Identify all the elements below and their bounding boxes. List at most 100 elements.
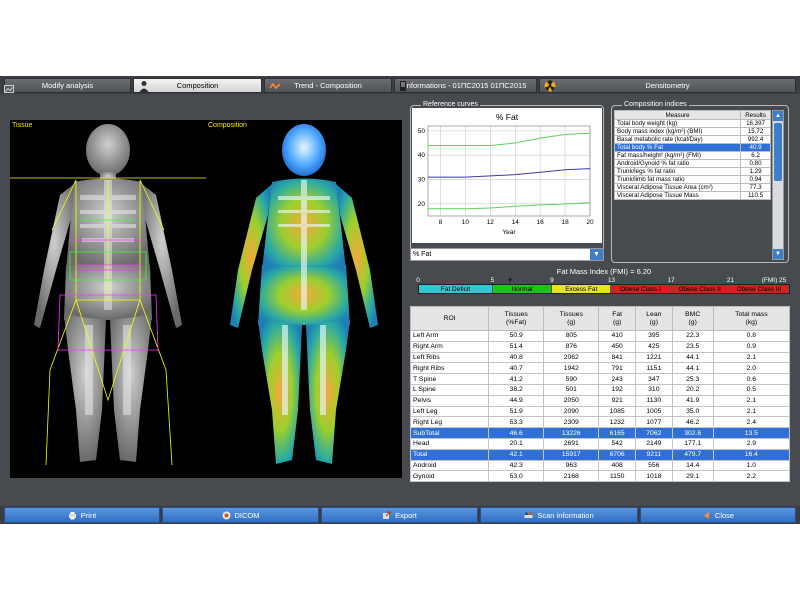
tissue-image-panel[interactable]: Tissue xyxy=(10,120,206,478)
roi-value-cell: 2691 xyxy=(543,437,600,450)
roi-value-cell: 963 xyxy=(543,459,600,472)
export-button[interactable]: Export xyxy=(321,507,478,523)
indices-row[interactable]: Fat mass/height² (kg/m²) (FMI) 6.2 xyxy=(613,151,771,160)
tab-trend-composition[interactable]: Trend - Composition xyxy=(264,78,392,93)
tab-densitometry[interactable]: Densitometry xyxy=(539,78,796,93)
fmi-segment: Excess Fat xyxy=(552,285,612,293)
indices-row[interactable]: Total body weight (kg) 16.397 xyxy=(613,119,771,128)
close-button[interactable]: Close xyxy=(640,507,796,523)
table-row[interactable]: Head 20.1 2691 542 2149 177.1 2.9 xyxy=(409,437,791,450)
scan-information-button[interactable]: Scan information xyxy=(480,507,638,523)
tab-label: Trend - Composition xyxy=(294,81,362,90)
table-row[interactable]: Left Arm 50.9 805 410 395 22.3 0.8 xyxy=(409,330,791,342)
indices-row[interactable]: Trunk/limb fat mass ratio 0.94 xyxy=(613,175,771,184)
roi-value-cell: 395 xyxy=(634,330,673,342)
roi-header-cell[interactable]: BMC (g) xyxy=(671,306,714,331)
reference-curve-line xyxy=(428,168,591,178)
indices-row[interactable]: Android/Gynoid % fat ratio 0.80 xyxy=(613,159,771,168)
table-row[interactable]: Gynoid 53.0 2168 1150 1018 29.1 2.2 xyxy=(409,470,791,483)
roi-value-cell: 2.0 xyxy=(712,362,791,375)
roi-value-cell: 1005 xyxy=(634,405,673,418)
tab-informations[interactable]: Informations - 01ΠC2015 01ΠC2015 xyxy=(394,78,537,93)
scan-information-label: Scan information xyxy=(537,510,594,520)
indices-measure: Android/Gynoid % fat ratio xyxy=(613,159,742,168)
reference-curves-title: Reference curves xyxy=(421,101,480,108)
roi-header-cell[interactable]: ROI xyxy=(409,306,490,331)
table-row[interactable]: SubTotal 46.6 13226 6165 7062 302.6 13.5 xyxy=(409,427,791,439)
fmi-value-marker: ▼ xyxy=(507,278,514,284)
roi-value-cell: 2.2 xyxy=(712,470,791,483)
reference-curves-chart: % Fat 8 10 12 14 16 18 20 20 30 40 50 Year xyxy=(412,108,602,243)
roi-value-cell: 53.0 xyxy=(488,470,545,483)
indices-scrollbar[interactable]: ▲ ▼ xyxy=(772,110,784,260)
table-row[interactable]: Pelvis 44.9 2050 921 1130 41.9 2.1 xyxy=(409,394,791,407)
reference-curve-select[interactable]: % Fat ▼ xyxy=(410,248,604,261)
tab-label: Densitometry xyxy=(645,81,690,90)
table-row[interactable]: T Spine 41.2 590 243 347 25.3 0.6 xyxy=(409,373,791,385)
fmi-tick-label: (FMI) 25 xyxy=(761,277,787,284)
roi-header-cell[interactable]: Fat (g) xyxy=(598,306,636,331)
roi-value-cell: 1942 xyxy=(543,362,600,375)
scroll-thumb[interactable] xyxy=(774,123,782,181)
roi-value-cell: 0.9 xyxy=(712,340,791,353)
roi-header-cell[interactable]: Tissues (g) xyxy=(543,306,600,331)
indices-measure: Visceral Adipose Tissue Mass xyxy=(613,191,742,200)
roi-value-cell: 53.3 xyxy=(488,416,545,429)
y-tick-label: 40 xyxy=(418,152,426,159)
roi-value-cell: 1085 xyxy=(598,405,636,418)
roi-value-cell: 14.4 xyxy=(671,459,714,472)
roi-value-cell: 410 xyxy=(598,330,636,342)
indices-measure: Trunk/limb fat mass ratio xyxy=(613,175,742,184)
roi-value-cell: 2.1 xyxy=(712,351,791,364)
roi-header-cell[interactable]: Tissues (%Fat) xyxy=(488,306,545,331)
indices-measure: Total body weight (kg) xyxy=(613,119,742,128)
table-row[interactable]: Right Arm 51.4 876 450 425 23.5 0.9 xyxy=(409,340,791,353)
fmi-tick-label: 9 xyxy=(550,277,554,284)
table-row[interactable]: Total 42.1 15917 6706 9211 479.7 16.4 xyxy=(409,448,791,461)
indices-measure: Body mass index (kg/m²) (BMI) xyxy=(613,127,742,136)
print-button[interactable]: Print xyxy=(4,507,160,523)
table-row[interactable]: Right Leg 53.3 2309 1232 1077 46.2 2.4 xyxy=(409,416,791,429)
fmi-scale-bar: Fat Deficit Normal Excess Fat Obese Class I… xyxy=(418,284,790,294)
roi-value-cell: 16.4 xyxy=(712,448,791,461)
indices-row[interactable]: Trunk/legs % fat ratio 1.29 xyxy=(613,167,771,176)
table-row[interactable]: L Spine 38.2 501 192 310 20.2 0.5 xyxy=(409,383,791,396)
roi-value-cell: 408 xyxy=(598,459,636,472)
indices-row[interactable]: Visceral Adipose Tissue Area (cm²) 77.3 xyxy=(613,183,771,192)
roi-value-cell: 51.9 xyxy=(488,405,545,418)
tab-composition[interactable]: Composition xyxy=(133,78,262,93)
roi-value-cell: 6706 xyxy=(598,448,636,461)
roi-value-cell: 15917 xyxy=(543,448,600,461)
fmi-segment: Fat Deficit xyxy=(419,285,493,293)
chevron-down-icon[interactable]: ▼ xyxy=(590,249,603,260)
indices-row[interactable]: Visceral Adipose Tissue Mass 110.5 xyxy=(613,191,771,200)
image-viewer-icon[interactable] xyxy=(4,85,14,93)
tissue-scan-image xyxy=(10,124,206,466)
roi-header-cell[interactable]: Total mass (kg) xyxy=(712,306,791,331)
indices-measure: Fat mass/height² (kg/m²) (FMI) xyxy=(613,151,742,160)
plot-frame xyxy=(427,125,591,217)
roi-results-table: ROI Tissues (%Fat) Tissues (g) Fat (g) Lean … xyxy=(409,306,791,483)
roi-value-cell: 20.2 xyxy=(671,383,714,396)
scroll-up-icon[interactable]: ▲ xyxy=(773,111,783,121)
scroll-down-icon[interactable]: ▼ xyxy=(773,249,783,259)
tab-modify-analysis[interactable]: Modify analysis xyxy=(4,78,131,93)
composition-image-panel[interactable]: Composition xyxy=(206,120,402,478)
table-row[interactable]: Left Leg 51.9 2090 1085 1005 35.0 2.1 xyxy=(409,405,791,418)
roi-name-cell: Head xyxy=(409,437,490,450)
roi-value-cell: 556 xyxy=(634,459,673,472)
table-row[interactable]: Left Ribs 40.8 2062 841 1221 44.1 2.1 xyxy=(409,351,791,364)
dicom-button[interactable]: DICOM xyxy=(162,507,319,523)
tab-label: Modify analysis xyxy=(41,81,94,90)
indices-row[interactable]: Basal metabolic rate (kcal/Day) 992.4 xyxy=(613,135,771,144)
printer-icon xyxy=(68,511,76,519)
indices-row[interactable]: Body mass index (kg/m²) (BMI) 15.72 xyxy=(613,127,771,136)
table-row[interactable]: Right Ribs 40.7 1942 791 1151 44.1 2.0 xyxy=(409,362,791,375)
roi-header-cell[interactable]: Lean (g) xyxy=(634,306,673,331)
fmi-segment: Obese Class II xyxy=(670,285,730,293)
roi-name-cell: Left Ribs xyxy=(409,351,490,364)
table-row[interactable]: Android 42.3 963 408 556 14.4 1.0 xyxy=(409,459,791,472)
roi-value-cell: 35.0 xyxy=(671,405,714,418)
indices-row[interactable]: Total body % Fat 40.9 xyxy=(613,143,771,152)
roi-value-cell: 425 xyxy=(634,340,673,353)
